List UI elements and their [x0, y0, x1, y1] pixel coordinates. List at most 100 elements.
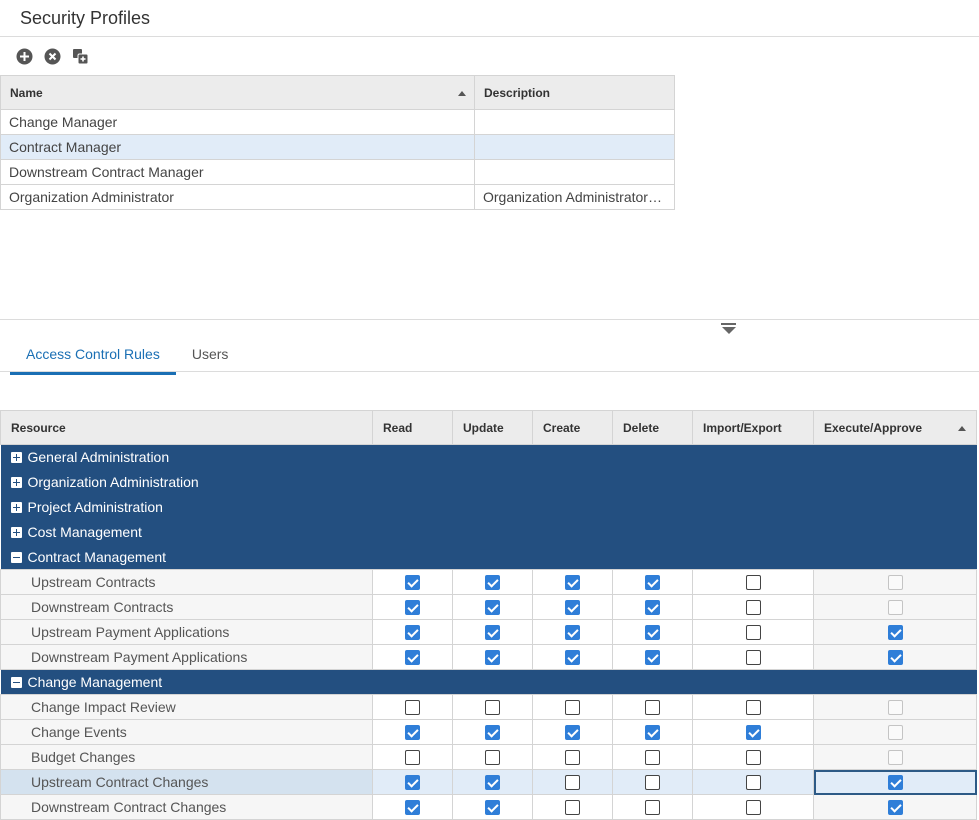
delete-checkbox[interactable] [645, 600, 660, 616]
group-header[interactable]: Contract Management [0, 544, 977, 570]
delete-checkbox[interactable] [645, 725, 660, 741]
tab-access-control-rules[interactable]: Access Control Rules [10, 340, 176, 375]
import-export-checkbox[interactable] [745, 625, 761, 641]
table-row[interactable]: Upstream Contracts [0, 569, 977, 595]
import-export-checkbox[interactable] [745, 750, 761, 766]
update-checkbox[interactable] [485, 775, 500, 791]
delete-checkbox[interactable] [645, 775, 660, 791]
update-checkbox[interactable] [485, 650, 500, 666]
group-header[interactable]: General Administration [0, 444, 977, 470]
tab-users[interactable]: Users [176, 340, 245, 375]
table-row[interactable]: Upstream Contract Changes [0, 769, 977, 795]
read-checkbox[interactable] [405, 800, 420, 816]
expand-icon[interactable] [10, 477, 22, 488]
group-row[interactable]: Project Administration [0, 494, 977, 520]
add-profile-button[interactable] [15, 47, 33, 65]
import-export-checkbox[interactable] [745, 775, 761, 791]
remove-profile-button[interactable] [43, 47, 61, 65]
group-header[interactable]: Change Management [0, 669, 977, 695]
create-cell [532, 794, 613, 820]
delete-checkbox[interactable] [645, 650, 660, 666]
delete-checkbox[interactable] [645, 625, 660, 641]
group-header[interactable]: Cost Management [0, 519, 977, 545]
update-checkbox[interactable] [485, 600, 500, 616]
group-row[interactable]: Change Management [0, 669, 977, 695]
expand-icon[interactable] [10, 527, 22, 538]
group-row[interactable]: Cost Management [0, 519, 977, 545]
delete-checkbox[interactable] [645, 800, 660, 816]
table-row[interactable]: Contract Manager [0, 134, 675, 160]
update-checkbox[interactable] [485, 750, 500, 766]
table-row[interactable]: Downstream Contracts [0, 594, 977, 620]
create-checkbox[interactable] [565, 700, 580, 716]
collapse-icon[interactable] [10, 551, 22, 563]
import-export-checkbox[interactable] [745, 575, 761, 591]
table-row[interactable]: Change Events [0, 719, 977, 745]
expand-icon[interactable] [10, 452, 22, 464]
group-row[interactable]: Contract Management [0, 544, 977, 570]
read-column-header[interactable]: Read [372, 410, 453, 445]
create-checkbox[interactable] [565, 775, 580, 791]
execute-approve-checkbox[interactable] [887, 625, 903, 641]
read-cell [372, 794, 453, 820]
create-checkbox[interactable] [565, 575, 580, 591]
expand-icon[interactable] [10, 502, 22, 513]
read-checkbox[interactable] [405, 575, 420, 591]
read-checkbox[interactable] [405, 700, 420, 716]
read-checkbox[interactable] [405, 600, 420, 616]
collapse-icon[interactable] [10, 677, 22, 688]
description-column-header[interactable]: Description [474, 75, 675, 110]
create-checkbox[interactable] [565, 800, 580, 816]
table-row[interactable]: Downstream Payment Applications [0, 644, 977, 670]
table-row[interactable]: Change Impact Review [0, 694, 977, 720]
update-checkbox[interactable] [485, 625, 500, 641]
delete-column-header[interactable]: Delete [612, 410, 693, 445]
group-header[interactable]: Organization Administration [0, 469, 977, 495]
read-checkbox[interactable] [405, 625, 420, 641]
table-row[interactable]: Organization Administrator Organization … [0, 184, 675, 210]
import-export-cell [692, 569, 814, 595]
import-export-checkbox[interactable] [745, 650, 761, 666]
delete-checkbox[interactable] [645, 750, 660, 766]
create-checkbox[interactable] [565, 750, 580, 766]
table-row[interactable]: Downstream Contract Manager [0, 159, 675, 185]
import-export-checkbox[interactable] [745, 725, 761, 741]
create-column-header[interactable]: Create [532, 410, 613, 445]
group-header[interactable]: Project Administration [0, 494, 977, 520]
update-checkbox[interactable] [485, 700, 500, 716]
create-checkbox[interactable] [565, 725, 580, 741]
read-checkbox[interactable] [405, 650, 420, 666]
update-checkbox[interactable] [485, 725, 500, 741]
update-column-header[interactable]: Update [452, 410, 533, 445]
import-export-cell [692, 744, 814, 770]
group-row[interactable]: General Administration [0, 444, 977, 470]
execute-approve-column-header[interactable]: Execute/Approve [813, 410, 977, 445]
create-checkbox[interactable] [565, 600, 580, 616]
import-export-checkbox[interactable] [745, 700, 761, 716]
splitter-collapse-handle[interactable] [721, 323, 736, 334]
table-row[interactable]: Change Manager [0, 109, 675, 135]
read-checkbox[interactable] [405, 725, 420, 741]
table-row[interactable]: Downstream Contract Changes [0, 794, 977, 820]
update-checkbox[interactable] [485, 800, 500, 816]
execute-approve-checkbox[interactable] [887, 650, 903, 666]
import-export-column-header[interactable]: Import/Export [692, 410, 814, 445]
import-export-checkbox[interactable] [745, 600, 761, 616]
read-checkbox[interactable] [405, 750, 420, 766]
create-checkbox[interactable] [565, 650, 580, 666]
delete-checkbox[interactable] [645, 700, 660, 716]
read-checkbox[interactable] [405, 775, 420, 791]
resource-column-header[interactable]: Resource [0, 410, 373, 445]
execute-approve-checkbox[interactable] [887, 800, 903, 816]
name-column-header[interactable]: Name [0, 75, 475, 110]
group-row[interactable]: Organization Administration [0, 469, 977, 495]
table-row[interactable]: Upstream Payment Applications [0, 619, 977, 645]
import-export-checkbox[interactable] [745, 800, 761, 816]
update-checkbox[interactable] [485, 575, 500, 591]
table-row[interactable]: Budget Changes [0, 744, 977, 770]
delete-checkbox[interactable] [645, 575, 660, 591]
copy-profile-button[interactable] [71, 47, 89, 65]
execute-approve-checkbox[interactable] [887, 775, 903, 791]
create-checkbox[interactable] [565, 625, 580, 641]
group-label: Project Administration [27, 499, 163, 515]
